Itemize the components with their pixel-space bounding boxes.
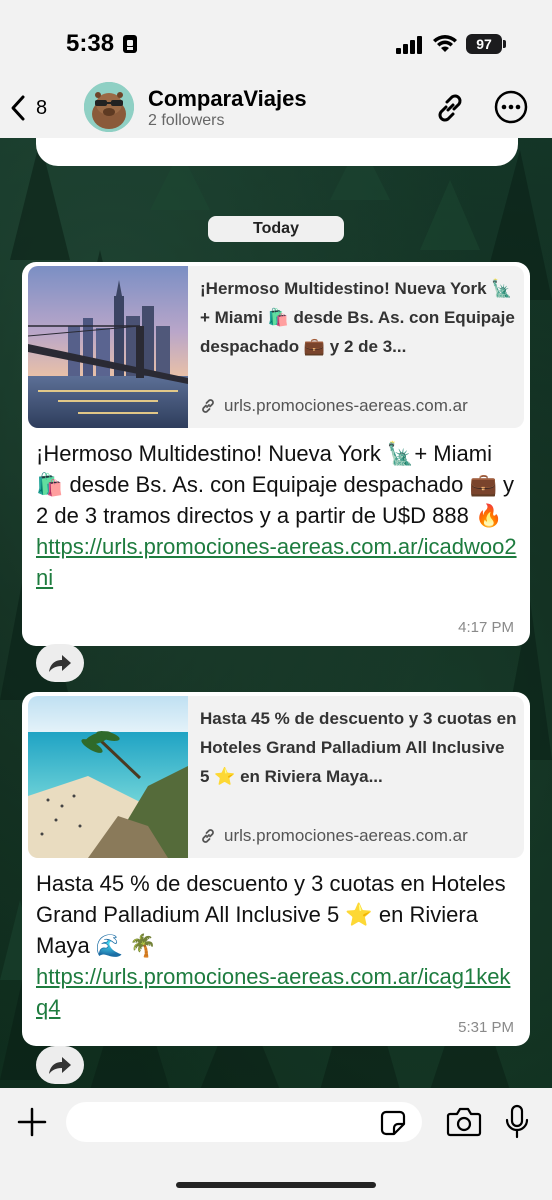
link-preview-card[interactable]: ¡Hermoso Multidestino! Nueva York 🗽+ Mia… — [28, 266, 524, 428]
message-composer — [0, 1088, 552, 1200]
link-icon — [202, 829, 214, 843]
message-input[interactable] — [66, 1102, 422, 1142]
camera-button[interactable] — [446, 1106, 482, 1138]
sticker-button[interactable] — [380, 1110, 406, 1136]
capybara-avatar-icon — [84, 82, 134, 132]
link-icon — [202, 399, 214, 413]
message-bubble: ¡Hermoso Multidestino! Nueva York 🗽+ Mia… — [22, 262, 530, 646]
microphone-icon — [505, 1104, 529, 1139]
link-preview-card[interactable]: Hasta 45 % de descuento y 3 cuotas en Ho… — [28, 696, 524, 858]
sticker-icon — [380, 1110, 406, 1136]
message-link[interactable]: https://urls.promociones-aereas.com.ar/i… — [36, 534, 517, 590]
message-body: Hasta 45 % de descuento y 3 cuotas en Ho… — [36, 871, 506, 958]
plus-icon — [17, 1107, 47, 1137]
channel-name[interactable]: ComparaViajes — [148, 86, 307, 112]
share-button[interactable] — [36, 644, 84, 682]
channel-avatar[interactable] — [84, 82, 134, 132]
cellular-signal-icon — [396, 36, 422, 54]
orientation-lock-icon — [123, 35, 137, 53]
camera-icon — [446, 1107, 482, 1137]
status-time: 5:38 — [66, 30, 115, 57]
chat-header: 5:38 97 8 ComparaViajes 2 followers — [0, 0, 552, 138]
wifi-icon — [433, 35, 457, 52]
message-bubble: Hasta 45 % de descuento y 3 cuotas en Ho… — [22, 692, 530, 1046]
status-bar: 5:38 97 — [0, 0, 552, 84]
chevron-left-icon — [11, 95, 25, 121]
microphone-button[interactable] — [504, 1104, 530, 1140]
back-button[interactable]: 8 — [10, 90, 70, 126]
more-icon — [494, 90, 528, 124]
more-options-button[interactable] — [494, 90, 528, 124]
share-icon — [49, 655, 71, 672]
link-button[interactable] — [432, 90, 468, 126]
link-preview-image — [28, 266, 188, 428]
link-preview-title: ¡Hermoso Multidestino! Nueva York 🗽+ Mia… — [200, 279, 515, 356]
message-text: ¡Hermoso Multidestino! Nueva York 🗽+ Mia… — [36, 438, 520, 593]
message-body: ¡Hermoso Multidestino! Nueva York 🗽+ Mia… — [36, 441, 514, 528]
message-link[interactable]: https://urls.promociones-aereas.com.ar/i… — [36, 964, 510, 1020]
nav-row: 8 ComparaViajes 2 followers — [0, 80, 552, 136]
message-timestamp: 5:31 PM — [458, 1019, 514, 1036]
message-timestamp: 4:17 PM — [458, 619, 514, 636]
unread-count: 8 — [36, 96, 48, 119]
link-preview-domain: urls.promociones-aereas.com.ar — [224, 396, 468, 415]
link-preview-url-row: urls.promociones-aereas.com.ar — [200, 396, 468, 416]
attach-button[interactable] — [16, 1106, 48, 1138]
link-icon — [438, 94, 462, 122]
link-preview-image — [28, 696, 188, 858]
home-indicator — [176, 1182, 376, 1188]
link-preview-url-row: urls.promociones-aereas.com.ar — [200, 826, 468, 846]
followers-count: 2 followers — [148, 112, 225, 129]
date-separator: Today — [208, 216, 344, 242]
message-text: Hasta 45 % de descuento y 3 cuotas en Ho… — [36, 868, 520, 1023]
battery-indicator: 97 — [466, 34, 506, 54]
link-preview-domain: urls.promociones-aereas.com.ar — [224, 826, 468, 845]
share-icon — [49, 1057, 71, 1074]
link-preview-title: Hasta 45 % de descuento y 3 cuotas en Ho… — [200, 709, 517, 786]
share-button[interactable] — [36, 1046, 84, 1084]
